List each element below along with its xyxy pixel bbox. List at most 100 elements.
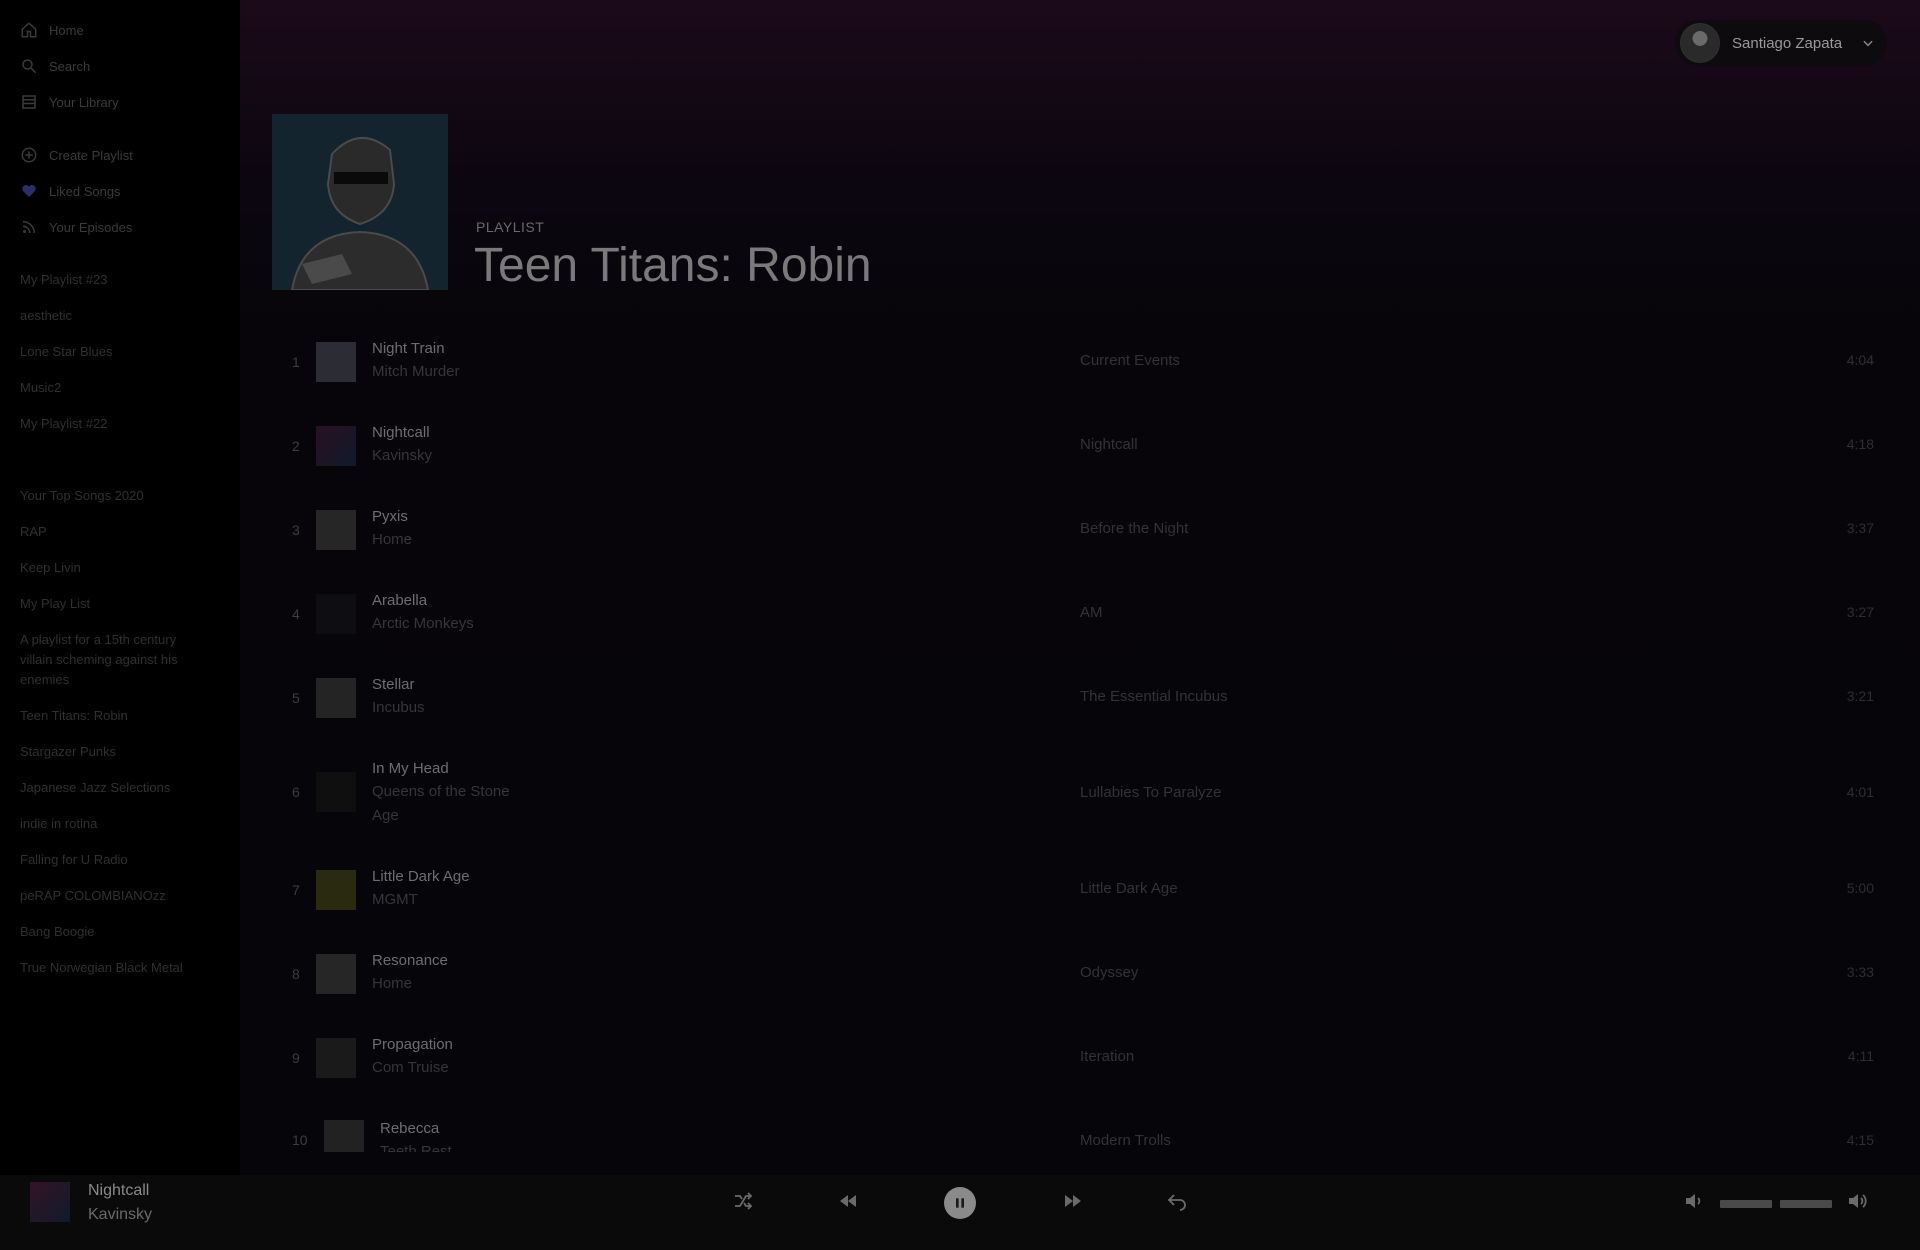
now-playing-cover[interactable] [30,1182,70,1222]
pause-icon [956,1198,964,1208]
track-duration: 4:11 [1847,1048,1874,1064]
track-number: 8 [292,966,300,982]
sidebar-playlist-item[interactable]: Lone Star Blues [20,342,198,362]
track-artist[interactable]: Mitch Murder [372,360,532,384]
sidebar-playlist-item[interactable]: RAP [20,522,198,542]
now-playing-artist[interactable]: Kavinsky [88,1206,152,1224]
track-thumbnail [316,342,356,382]
sidebar-playlist-item[interactable]: Music2 [20,378,198,398]
track-row[interactable]: 1 Night Train Mitch Murder Current Event… [240,322,1920,402]
sidebar-playlist-item[interactable]: Bang Boogie [20,922,198,942]
sidebar-playlist-item[interactable]: Your Top Songs 2020 [20,486,198,506]
volume-up-button[interactable] [1846,1189,1870,1213]
sidebar-playlist-item[interactable]: My Play List [20,594,198,614]
sidebar-playlist-item[interactable]: A playlist for a 15th century villain sc… [20,630,198,690]
nav-library-label: Your Library [49,94,119,110]
podcast-icon [22,221,35,234]
track-number: 4 [292,606,300,622]
track-artist[interactable]: Queens of the Stone Age [372,780,532,828]
track-album[interactable]: Modern Trolls [1080,1132,1171,1149]
track-duration: 4:04 [1846,352,1874,368]
track-row[interactable]: 3 Pyxis Home Before the Night 3:37 [240,490,1920,570]
track-album[interactable]: Iteration [1080,1048,1134,1065]
heart-icon [22,185,36,197]
track-title: In My Head [372,760,449,777]
nav-search-label: Search [49,58,91,74]
track-title: Night Train [372,340,445,357]
nav-search[interactable]: Search [20,52,90,80]
your-episodes-label: Your Episodes [49,219,133,235]
track-album[interactable]: Nightcall [1080,436,1138,453]
track-title: Little Dark Age [372,868,470,885]
track-thumbnail [316,426,356,466]
track-artist[interactable]: Incubus [372,696,532,720]
liked-songs-link[interactable]: Liked Songs [20,177,121,205]
next-button[interactable] [1061,1189,1085,1213]
track-artist[interactable]: Arctic Monkeys [372,612,532,636]
sidebar-playlist-item[interactable]: indie in rotina [20,814,198,834]
track-album[interactable]: Little Dark Age [1080,880,1178,897]
track-row[interactable]: 7 Little Dark Age MGMT Little Dark Age 5… [240,850,1920,930]
track-album[interactable]: Odyssey [1080,964,1138,981]
playlist-type-label: PLAYLIST [476,219,545,235]
previous-button[interactable] [836,1189,860,1213]
create-playlist-button[interactable]: Create Playlist [20,141,133,169]
repeat-button[interactable] [1165,1189,1189,1213]
user-name: Santiago Zapata [1732,34,1843,52]
track-title: Nightcall [372,424,430,441]
sidebar-playlist-item[interactable]: peRAP COLOMBIANOzz [20,886,198,906]
user-menu-button[interactable]: Santiago Zapata [1675,20,1887,66]
volume-slider-left[interactable] [1720,1200,1772,1208]
track-row[interactable]: 4 Arabella Arctic Monkeys AM 3:27 [240,574,1920,654]
liked-songs-label: Liked Songs [49,183,121,199]
track-artist[interactable]: Kavinsky [372,444,532,468]
sidebar-playlist-item[interactable]: My Playlist #22 [20,414,198,434]
shuffle-icon [735,1192,753,1210]
track-artist[interactable]: Home [372,528,532,552]
volume-low-icon [1686,1194,1701,1208]
track-artist[interactable]: Com Truise [372,1056,532,1080]
sidebar-playlist-item[interactable]: Falling for U Radio [20,850,198,870]
create-playlist-label: Create Playlist [49,147,133,163]
shuffle-button[interactable] [731,1189,755,1213]
track-artist[interactable]: Home [372,972,532,996]
avatar [1680,23,1720,63]
sidebar-playlist-item[interactable]: My Playlist #23 [20,270,198,290]
main-content: Santiago Zapata PLAYLIST Teen Titans: Ro… [240,0,1920,1175]
volume-down-button[interactable] [1682,1189,1706,1213]
now-playing-title[interactable]: Nightcall [88,1182,149,1200]
track-row[interactable]: 6 In My Head Queens of the Stone Age Lul… [240,742,1920,842]
pause-button[interactable] [944,1187,976,1219]
rewind-icon [840,1195,856,1207]
nav-home[interactable]: Home [20,16,84,44]
sidebar-playlist-item[interactable]: Stargazer Punks [20,742,198,762]
track-artist[interactable]: MGMT [372,888,532,912]
track-number: 3 [292,522,300,538]
track-row[interactable]: 8 Resonance Home Odyssey 3:33 [240,934,1920,1014]
track-number: 5 [292,690,300,706]
track-row[interactable]: 9 Propagation Com Truise Iteration 4:11 [240,1018,1920,1098]
fast-forward-icon [1065,1195,1081,1207]
sidebar-playlist-item[interactable]: Teen Titans: Robin [20,706,198,726]
track-title: Arabella [372,592,428,609]
track-row[interactable]: 2 Nightcall Kavinsky Nightcall 4:18 [240,406,1920,486]
track-duration: 4:15 [1846,1132,1874,1148]
volume-slider-right[interactable] [1780,1200,1832,1208]
your-episodes-link[interactable]: Your Episodes [20,213,132,241]
track-duration: 4:01 [1846,784,1874,800]
track-row[interactable]: 10 Rebecca Teeth Rest Modern Trolls 4:15 [240,1102,1920,1152]
track-thumbnail [316,594,356,634]
sidebar-playlist-item[interactable]: Keep Livin [20,558,198,578]
track-row[interactable]: 5 Stellar Incubus The Essential Incubus … [240,658,1920,738]
track-artist[interactable]: Teeth Rest [380,1140,540,1152]
track-album[interactable]: Current Events [1080,352,1180,369]
nav-library[interactable]: Your Library [20,88,119,116]
track-album[interactable]: Lullabies To Paralyze [1080,784,1221,801]
sidebar-playlist-item[interactable]: Japanese Jazz Selections [20,778,198,798]
sidebar-playlist-item[interactable]: aesthetic [20,306,198,326]
playlist-cover-art [272,114,448,290]
track-album[interactable]: The Essential Incubus [1080,688,1228,705]
sidebar-playlist-item[interactable]: True Norwegian Black Metal [20,958,198,978]
track-album[interactable]: Before the Night [1080,520,1188,537]
track-album[interactable]: AM [1080,604,1103,621]
